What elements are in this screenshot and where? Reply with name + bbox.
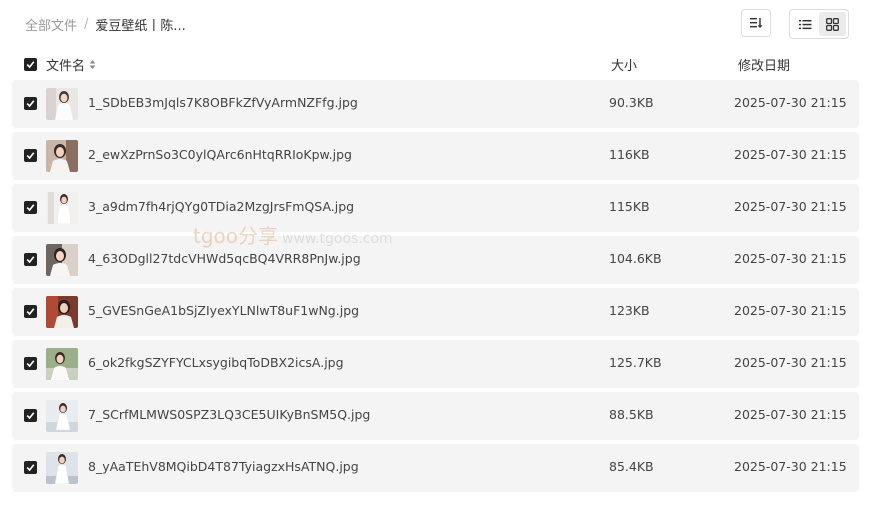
- file-size: 116KB: [609, 147, 650, 162]
- file-size: 85.4KB: [609, 459, 654, 474]
- checkmark-icon: [26, 61, 35, 69]
- image-thumbnail: [46, 88, 78, 120]
- image-thumbnail: [46, 296, 78, 328]
- row-checkbox[interactable]: [24, 201, 37, 214]
- file-name[interactable]: 8_yAaTEhV8MQibD4T87TyiagzxHsATNQ.jpg: [88, 459, 359, 474]
- file-size: 88.5KB: [609, 407, 654, 422]
- table-header: 文件名 大小 修改日期: [12, 52, 859, 76]
- breadcrumb-root-link[interactable]: 全部文件: [25, 15, 77, 34]
- grid-view-icon: [826, 17, 839, 31]
- table-row[interactable]: 7_SCrfMLMWS0SPZ3LQ3CE5UIKyBnSM5Q.jpg 88.…: [12, 392, 859, 440]
- row-checkbox[interactable]: [24, 149, 37, 162]
- view-toggle: [789, 9, 849, 39]
- image-thumbnail: [46, 452, 78, 484]
- sort-arrows-icon: [89, 59, 96, 70]
- row-checkbox[interactable]: [24, 97, 37, 110]
- image-thumbnail: [46, 192, 78, 224]
- file-name[interactable]: 3_a9dm7fh4rjQYg0TDia2MzgJrsFmQSA.jpg: [88, 199, 354, 214]
- column-header-size[interactable]: 大小: [611, 55, 637, 74]
- checkmark-icon: [26, 100, 35, 108]
- image-thumbnail: [46, 244, 78, 276]
- file-size: 115KB: [609, 199, 650, 214]
- image-thumbnail: [46, 400, 78, 432]
- table-row[interactable]: 1_SDbEB3mJqls7K8OBFkZfVyArmNZFfg.jpg 90.…: [12, 80, 859, 128]
- file-date: 2025-07-30 21:15: [734, 147, 847, 162]
- file-date: 2025-07-30 21:15: [734, 355, 847, 370]
- select-all-checkbox[interactable]: [24, 58, 37, 71]
- checkmark-icon: [26, 464, 35, 472]
- table-row[interactable]: 4_63ODgll27tdcVHWd5qcBQ4VRR8PnJw.jpg 104…: [12, 236, 859, 284]
- file-date: 2025-07-30 21:15: [734, 303, 847, 318]
- list-view-icon: [799, 19, 812, 29]
- sort-icon: [750, 18, 763, 28]
- file-date: 2025-07-30 21:15: [734, 251, 847, 266]
- file-name[interactable]: 1_SDbEB3mJqls7K8OBFkZfVyArmNZFfg.jpg: [88, 95, 358, 110]
- file-size: 104.6KB: [609, 251, 662, 266]
- table-row[interactable]: 5_GVESnGeA1bSjZIyexYLNlwT8uF1wNg.jpg 123…: [12, 288, 859, 336]
- file-name[interactable]: 6_ok2fkgSZYFYCLxsygibqToDBX2icsA.jpg: [88, 355, 344, 370]
- file-name[interactable]: 4_63ODgll27tdcVHWd5qcBQ4VRR8PnJw.jpg: [88, 251, 361, 266]
- sort-button[interactable]: [741, 9, 771, 37]
- breadcrumb-separator: /: [84, 16, 89, 32]
- table-row[interactable]: 8_yAaTEhV8MQibD4T87TyiagzxHsATNQ.jpg 85.…: [12, 444, 859, 492]
- column-header-date[interactable]: 修改日期: [738, 55, 790, 74]
- file-name[interactable]: 2_ewXzPrnSo3C0ylQArc6nHtqRRIoKpw.jpg: [88, 147, 352, 162]
- file-date: 2025-07-30 21:15: [734, 95, 847, 110]
- table-row[interactable]: 3_a9dm7fh4rjQYg0TDia2MzgJrsFmQSA.jpg 115…: [12, 184, 859, 232]
- row-checkbox[interactable]: [24, 461, 37, 474]
- grid-view-button[interactable]: [819, 12, 846, 36]
- checkmark-icon: [26, 412, 35, 420]
- image-thumbnail: [46, 140, 78, 172]
- file-date: 2025-07-30 21:15: [734, 459, 847, 474]
- checkmark-icon: [26, 152, 35, 160]
- row-checkbox[interactable]: [24, 305, 37, 318]
- file-date: 2025-07-30 21:15: [734, 407, 847, 422]
- list-view-button[interactable]: [792, 12, 819, 36]
- column-header-name[interactable]: 文件名: [46, 55, 96, 74]
- row-checkbox[interactable]: [24, 253, 37, 266]
- breadcrumb-current-folder: 爱豆壁纸丨陈...: [95, 18, 186, 34]
- file-size: 123KB: [609, 303, 650, 318]
- checkmark-icon: [26, 204, 35, 212]
- column-header-name-label: 文件名: [46, 59, 86, 74]
- file-size: 125.7KB: [609, 355, 662, 370]
- image-thumbnail: [46, 348, 78, 380]
- file-name[interactable]: 5_GVESnGeA1bSjZIyexYLNlwT8uF1wNg.jpg: [88, 303, 359, 318]
- checkmark-icon: [26, 360, 35, 368]
- file-name[interactable]: 7_SCrfMLMWS0SPZ3LQ3CE5UIKyBnSM5Q.jpg: [88, 407, 370, 422]
- row-checkbox[interactable]: [24, 409, 37, 422]
- file-date: 2025-07-30 21:15: [734, 199, 847, 214]
- checkmark-icon: [26, 308, 35, 316]
- file-size: 90.3KB: [609, 95, 654, 110]
- file-browser: 全部文件 / 爱豆壁纸丨陈... 文件名 大小 修改日期 1_SDbEB3mJq…: [0, 0, 874, 514]
- row-checkbox[interactable]: [24, 357, 37, 370]
- checkmark-icon: [26, 256, 35, 264]
- table-row[interactable]: 6_ok2fkgSZYFYCLxsygibqToDBX2icsA.jpg 125…: [12, 340, 859, 388]
- table-row[interactable]: 2_ewXzPrnSo3C0ylQArc6nHtqRRIoKpw.jpg 116…: [12, 132, 859, 180]
- breadcrumb: 全部文件 / 爱豆壁纸丨陈...: [25, 14, 186, 34]
